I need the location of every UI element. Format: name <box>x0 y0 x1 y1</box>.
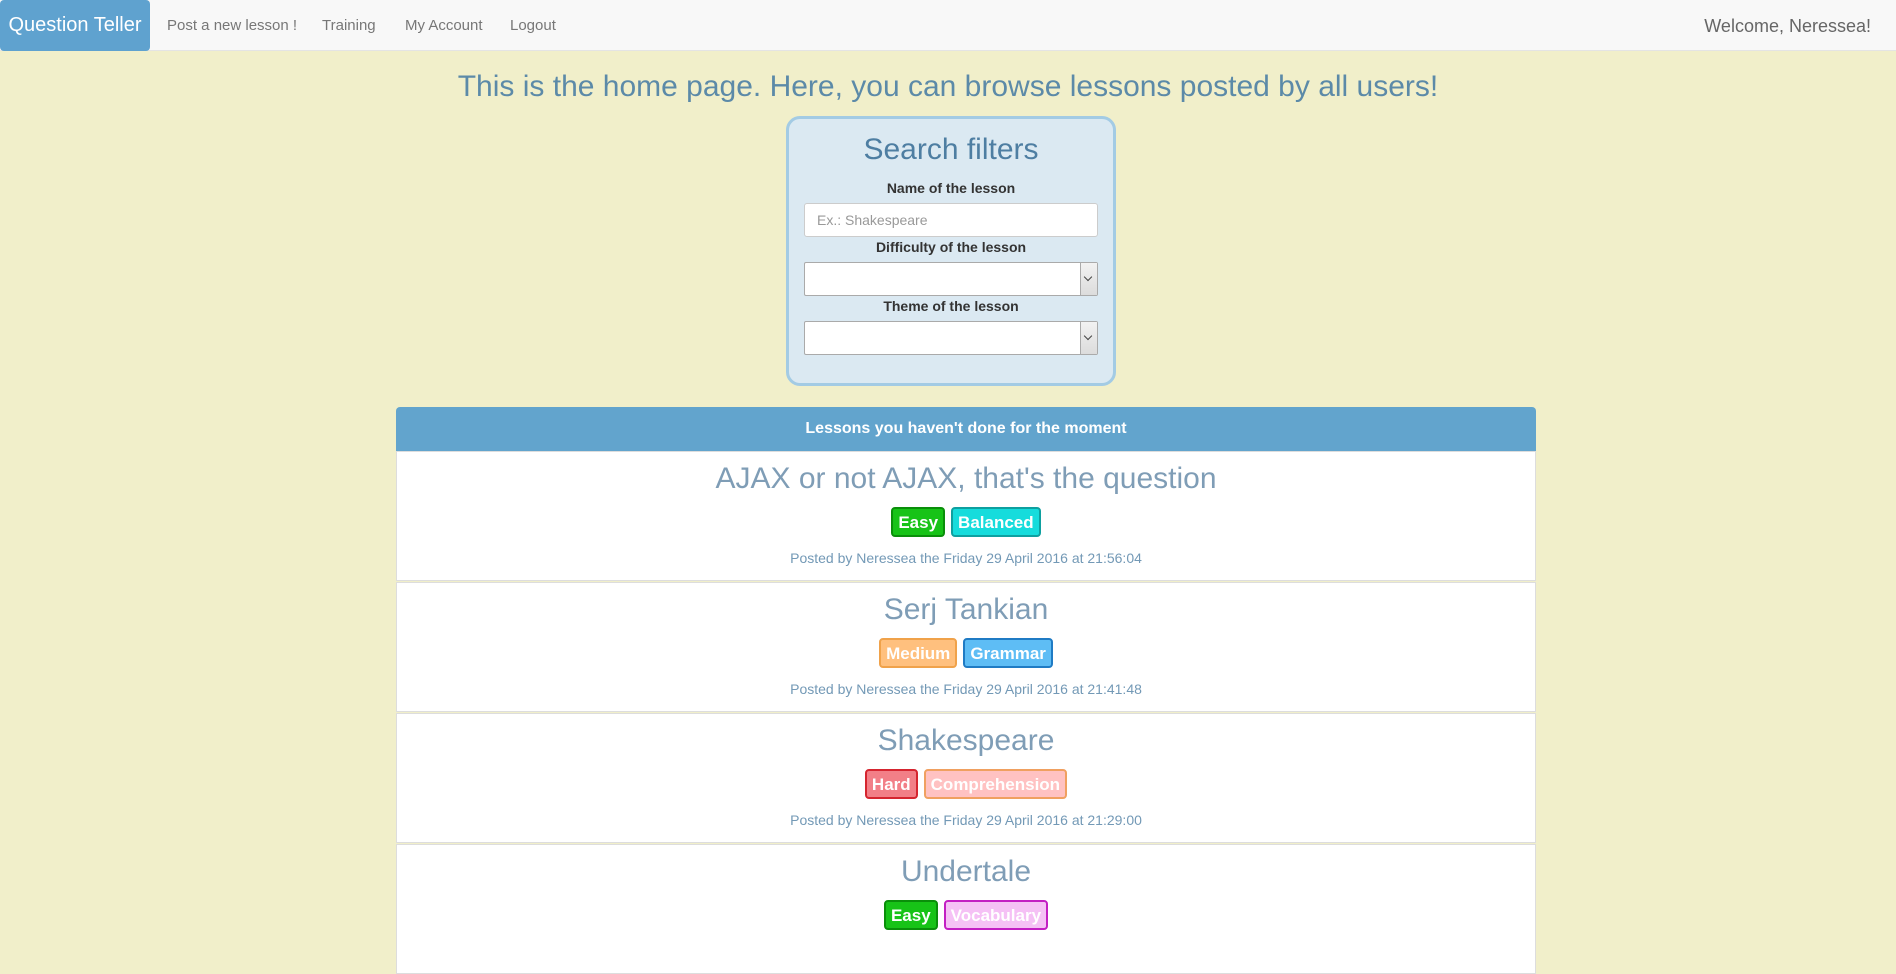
difficulty-badge: Easy <box>883 900 938 930</box>
navbar: Question Teller Post a new lesson ! Trai… <box>0 0 1896 51</box>
chevron-down-icon[interactable] <box>1080 322 1097 354</box>
lesson-name-input[interactable] <box>804 203 1098 237</box>
nav-link-logout[interactable]: Logout <box>510 0 556 51</box>
lesson-tags: Medium Grammar <box>397 638 1535 668</box>
lesson-posted-info: Posted by Neressea the Friday 29 April 2… <box>790 812 1142 828</box>
theme-badge: Comprehension <box>923 769 1068 799</box>
theme-select[interactable] <box>804 321 1098 355</box>
lesson-name-label: Name of the lesson <box>886 180 1016 196</box>
welcome-message: Welcome, Neressea! <box>1704 16 1871 36</box>
page-title: This is the home page. Here, you can bro… <box>457 70 1439 103</box>
lesson-title[interactable]: Shakespeare <box>397 724 1535 758</box>
theme-label: Theme of the lesson <box>883 298 1019 314</box>
lesson-item[interactable]: Shakespeare Hard Comprehension Posted by… <box>396 713 1536 843</box>
search-filters-title: Search filters <box>863 133 1039 166</box>
nav-link-training[interactable]: Training <box>322 0 376 51</box>
lesson-title[interactable]: Undertale <box>397 855 1535 889</box>
lesson-title[interactable]: AJAX or not AJAX, that's the question <box>397 462 1535 496</box>
difficulty-select[interactable] <box>804 262 1098 296</box>
lesson-tags: Hard Comprehension <box>397 769 1535 799</box>
lesson-item[interactable]: AJAX or not AJAX, that's the question Ea… <box>396 451 1536 581</box>
difficulty-label: Difficulty of the lesson <box>875 239 1027 255</box>
difficulty-badge: Medium <box>879 638 958 668</box>
nav-link-post-lesson[interactable]: Post a new lesson ! <box>167 0 297 51</box>
lesson-item[interactable]: Serj Tankian Medium Grammar Posted by Ne… <box>396 582 1536 712</box>
lesson-title[interactable]: Serj Tankian <box>397 593 1535 627</box>
lesson-tags: Easy Vocabulary <box>397 900 1535 930</box>
difficulty-badge: Hard <box>864 769 918 799</box>
lesson-item[interactable]: Undertale Easy Vocabulary <box>396 844 1536 974</box>
lesson-tags: Easy Balanced <box>397 507 1535 537</box>
difficulty-badge: Easy <box>891 507 946 537</box>
chevron-down-icon[interactable] <box>1080 263 1097 295</box>
theme-badge: Balanced <box>951 507 1041 537</box>
nav-link-my-account[interactable]: My Account <box>405 0 483 51</box>
theme-badge: Vocabulary <box>943 900 1049 930</box>
lessons-panel: Lessons you haven't done for the moment … <box>396 407 1536 974</box>
lessons-panel-heading: Lessons you haven't done for the moment <box>396 407 1536 451</box>
search-filters-box: Search filters Name of the lesson Diffic… <box>786 116 1116 386</box>
lesson-posted-info: Posted by Neressea the Friday 29 April 2… <box>790 550 1142 566</box>
lesson-posted-info: Posted by Neressea the Friday 29 April 2… <box>790 681 1142 697</box>
theme-badge: Grammar <box>963 638 1053 668</box>
brand-link[interactable]: Question Teller <box>0 0 150 51</box>
